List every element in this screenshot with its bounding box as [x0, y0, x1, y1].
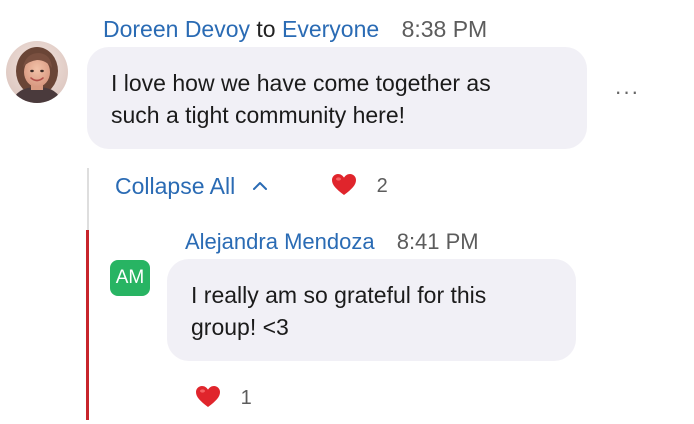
- heart-icon: [196, 386, 220, 408]
- reaction-count: 1: [240, 387, 252, 409]
- reply-heart-reaction[interactable]: 1: [195, 384, 252, 412]
- reply-text-line: group! <3: [191, 314, 289, 340]
- collapse-all-label: Collapse All: [115, 173, 236, 199]
- thread-line-highlight: [86, 230, 89, 420]
- avatar[interactable]: [6, 41, 68, 103]
- message-text-line: I love how we have come together as: [111, 70, 491, 96]
- heart-icon: [332, 174, 356, 196]
- reaction-count: 2: [376, 175, 388, 197]
- chevron-up-icon: [252, 181, 267, 190]
- reply-bubble[interactable]: I really am so grateful for this group! …: [167, 259, 576, 361]
- reply-text-line: I really am so grateful for this: [191, 282, 487, 308]
- avatar-photo-icon: [6, 41, 68, 103]
- reply-time: 8:41 PM: [396, 229, 479, 254]
- collapse-all-button[interactable]: Collapse All: [115, 171, 268, 201]
- recipient-name[interactable]: Everyone: [282, 16, 379, 42]
- heart-reaction[interactable]: 2: [331, 172, 388, 200]
- more-options-button[interactable]: ···: [612, 80, 642, 104]
- message-bubble[interactable]: I love how we have come together as such…: [87, 47, 587, 149]
- reply-sender-name[interactable]: Alejandra Mendoza: [185, 229, 375, 254]
- sender-name[interactable]: Doreen Devoy: [103, 16, 250, 42]
- reply-header: Alejandra Mendoza 8:41 PM: [185, 227, 479, 257]
- to-label: to: [256, 16, 276, 42]
- message-time: 8:38 PM: [401, 16, 488, 42]
- reply-avatar[interactable]: AM: [110, 260, 150, 296]
- message-text-line: such a tight community here!: [111, 102, 406, 128]
- message-header: Doreen Devoy to Everyone 8:38 PM: [103, 14, 487, 44]
- chat-thread: Doreen Devoy to Everyone 8:38 PM I love …: [0, 0, 694, 424]
- thread-line: [87, 168, 89, 230]
